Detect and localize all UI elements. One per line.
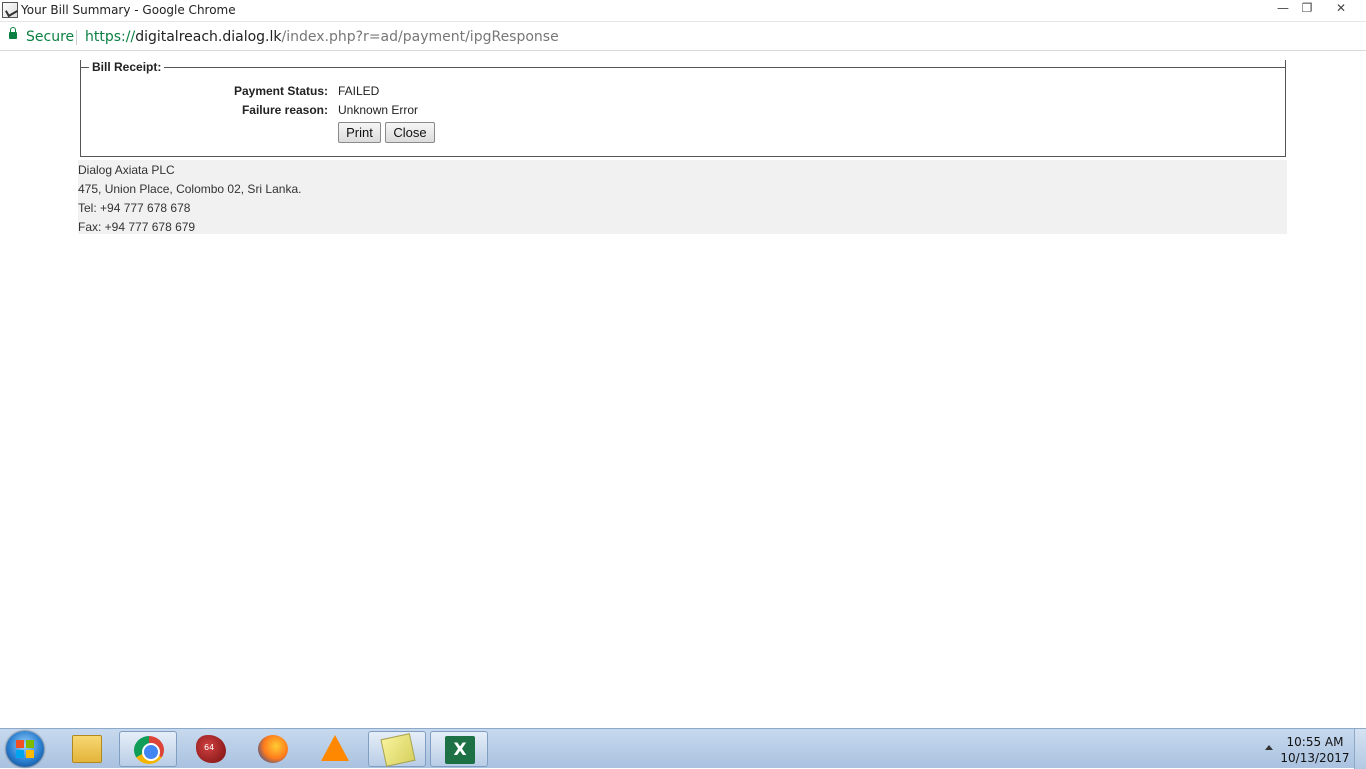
taskbar-gimp[interactable]: 64 [182,731,240,767]
taskbar: 64 X 10:55 AM 10/13/2017 [0,728,1366,769]
minimize-button[interactable]: — [1272,1,1294,16]
taskbar-sticky-notes[interactable] [368,731,426,767]
taskbar-excel[interactable]: X [430,731,488,767]
payment-status-value: FAILED [338,84,380,98]
window-titlebar: Your Bill Summary - Google Chrome — ❐ ✕ [0,0,1366,22]
maximize-button[interactable]: ❐ [1296,1,1318,16]
close-window-button[interactable]: ✕ [1330,1,1352,16]
start-button[interactable] [6,731,44,767]
company-footer: Dialog Axiata PLC 475, Union Place, Colo… [78,160,1287,234]
taskbar-windows-explorer[interactable] [58,731,116,767]
chrome-icon [134,736,164,764]
vlc-icon [321,735,349,761]
gimp-icon: 64 [196,735,226,763]
show-hidden-icons-button[interactable] [1265,745,1273,750]
url-host: digitalreach.dialog.lk [135,29,282,45]
address-separator [76,30,77,45]
window-app-icon [2,2,18,18]
clock-time: 10:55 AM [1286,735,1344,749]
taskbar-vlc[interactable] [306,731,364,767]
window-title: Your Bill Summary - Google Chrome [21,3,236,17]
close-button[interactable]: Close [385,122,435,143]
address-bar[interactable]: Secure https://digitalreach.dialog.lk/in… [0,23,1366,51]
folder-icon [72,735,102,763]
payment-status-label: Payment Status: [233,84,328,98]
clock-date: 10/13/2017 [1280,751,1350,765]
company-fax: Fax: +94 777 678 679 [78,220,196,234]
firefox-icon [258,735,288,763]
system-clock[interactable]: 10:55 AM 10/13/2017 [1280,734,1350,766]
taskbar-firefox[interactable] [244,731,302,767]
excel-icon: X [445,736,475,764]
failure-reason-label: Failure reason: [241,103,328,117]
url-path: /index.php?r=ad/payment/ipgResponse [281,29,559,45]
lock-icon[interactable] [9,27,17,39]
bill-receipt-legend: Bill Receipt: [89,60,165,74]
print-button[interactable]: Print [338,122,381,143]
gimp-badge: 64 [204,743,215,752]
url-scheme: https:// [85,29,136,45]
company-tel: Tel: +94 777 678 678 [78,201,191,215]
taskbar-google-chrome[interactable] [119,731,177,767]
secure-label[interactable]: Secure [26,29,74,45]
failure-reason-value: Unknown Error [338,103,419,117]
sticky-notes-icon [380,733,416,767]
url-field[interactable]: https://digitalreach.dialog.lk/index.php… [85,29,559,45]
company-address: 475, Union Place, Colombo 02, Sri Lanka. [78,182,302,196]
show-desktop-button[interactable] [1354,729,1366,769]
company-name: Dialog Axiata PLC [78,163,175,177]
